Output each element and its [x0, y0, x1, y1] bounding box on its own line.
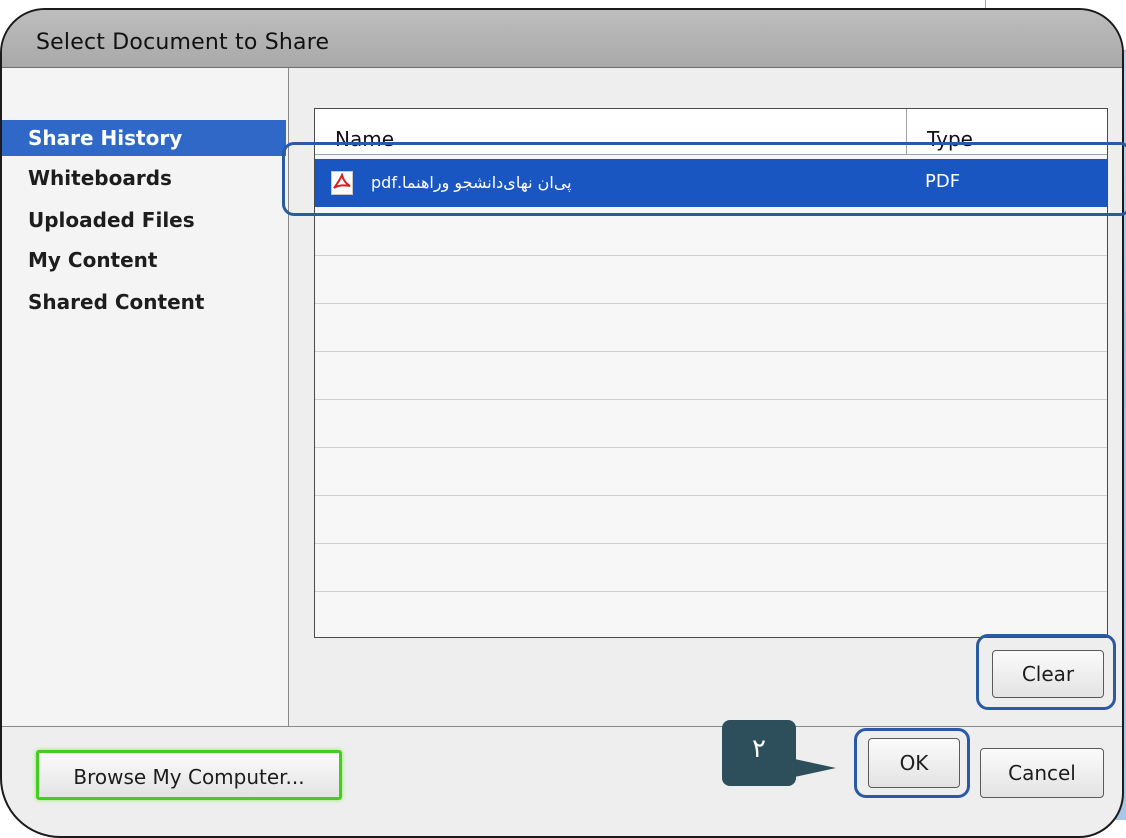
- sidebar-item-my-content[interactable]: My Content: [2, 242, 286, 278]
- clear-button-highlight: [976, 634, 1116, 710]
- cancel-button[interactable]: Cancel: [980, 748, 1104, 798]
- ok-button-highlight: [854, 728, 970, 798]
- browse-my-computer-button[interactable]: Browse My Computer...: [36, 750, 342, 800]
- row-divider: [315, 447, 1107, 448]
- dialog-title: Select Document to Share: [36, 30, 330, 55]
- row-divider: [315, 495, 1107, 496]
- row-divider: [315, 351, 1107, 352]
- sidebar-item-uploaded-files[interactable]: Uploaded Files: [2, 202, 286, 238]
- sidebar-item-whiteboards[interactable]: Whiteboards: [2, 160, 286, 196]
- source-sidebar: Share History Whiteboards Uploaded Files…: [2, 68, 289, 726]
- sidebar-item-share-history[interactable]: Share History: [2, 120, 286, 156]
- step-callout: ٢: [722, 720, 796, 786]
- callout-pointer-icon: [790, 758, 836, 778]
- footer-divider: [2, 726, 1122, 727]
- row-divider: [315, 303, 1107, 304]
- row-divider: [315, 399, 1107, 400]
- sidebar-item-shared-content[interactable]: Shared Content: [2, 284, 286, 320]
- dialog-titlebar[interactable]: Select Document to Share: [2, 10, 1122, 68]
- selected-file-highlight: [282, 142, 1126, 216]
- row-divider: [315, 591, 1107, 592]
- row-divider: [315, 255, 1107, 256]
- row-divider: [315, 543, 1107, 544]
- step-number: ٢: [752, 734, 766, 764]
- select-document-dialog: Select Document to Share Share History W…: [0, 8, 1124, 838]
